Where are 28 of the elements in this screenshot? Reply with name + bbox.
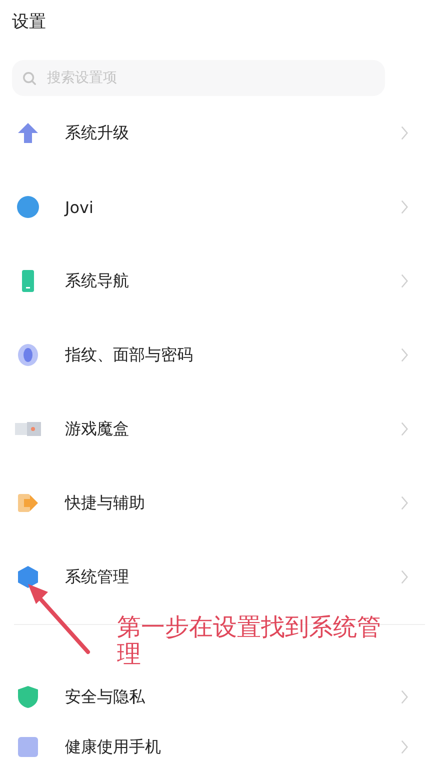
search-icon	[22, 70, 37, 86]
square-icon	[16, 735, 40, 759]
chevron-right-icon	[400, 569, 409, 585]
settings-item[interactable]: 游戏魔盒	[0, 392, 439, 466]
settings-item[interactable]: 系统管理	[0, 540, 439, 614]
settings-item[interactable]: Jovi	[0, 170, 439, 244]
settings-item[interactable]: 系统升级	[0, 96, 439, 170]
annotation-text: 第一步在设置找到系统管理	[117, 614, 382, 668]
settings-item[interactable]: 安全与隐私	[0, 672, 439, 722]
hexagon-icon	[16, 565, 40, 589]
chevron-right-icon	[400, 421, 409, 437]
chevron-right-icon	[400, 199, 409, 215]
shield-icon	[16, 685, 40, 709]
settings-item[interactable]: 快捷与辅助	[0, 466, 439, 540]
settings-item[interactable]: 指纹、面部与密码	[0, 318, 439, 392]
settings-item[interactable]: 系统导航	[0, 244, 439, 318]
settings-item[interactable]: 健康使用手机	[0, 722, 439, 759]
chevron-right-icon	[400, 739, 409, 755]
arrow-right-icon	[16, 491, 40, 515]
arrow-up-icon	[16, 121, 40, 145]
chevron-right-icon	[400, 689, 409, 705]
chevron-right-icon	[400, 495, 409, 511]
round-logo-icon	[16, 195, 40, 219]
chevron-right-icon	[400, 347, 409, 363]
page-title: 设置	[11, 11, 47, 34]
chevron-right-icon	[400, 125, 409, 141]
chevron-right-icon	[400, 273, 409, 289]
oval-icon	[16, 343, 40, 367]
